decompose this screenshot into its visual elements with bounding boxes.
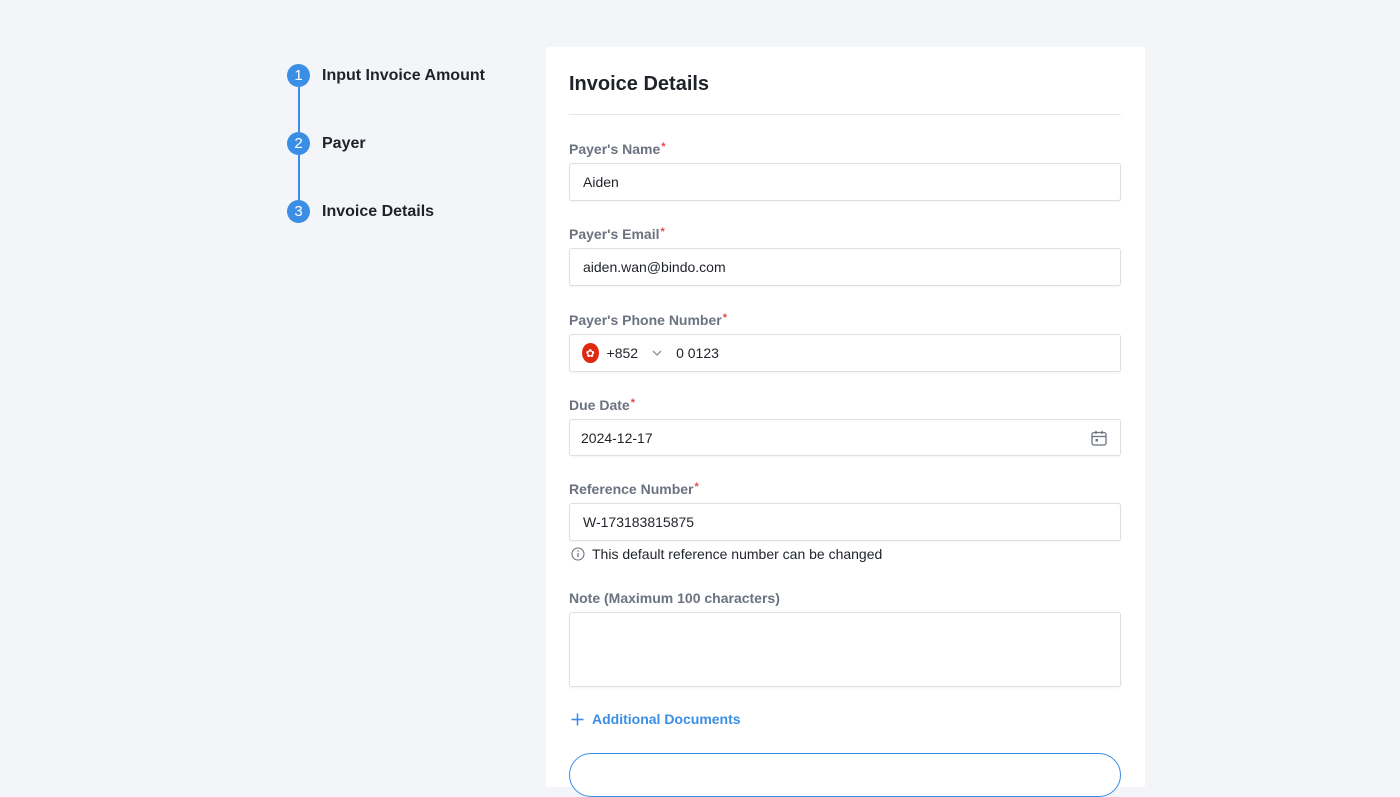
payer-email-field[interactable] <box>569 248 1121 286</box>
additional-documents-label: Additional Documents <box>592 711 741 727</box>
reference-number-input[interactable] <box>583 514 1120 530</box>
additional-documents-button[interactable]: Additional Documents <box>570 711 741 727</box>
payer-name-label-text: Payer's Name <box>569 141 661 157</box>
step-payer[interactable]: 2 Payer <box>287 132 366 155</box>
step-input-invoice-amount[interactable]: 1 Input Invoice Amount <box>287 64 485 87</box>
due-date-label-text: Due Date <box>569 397 630 413</box>
payer-name-field[interactable] <box>569 163 1121 201</box>
due-date-field[interactable] <box>569 419 1121 456</box>
step-label: Input Invoice Amount <box>322 66 485 84</box>
due-date-label: Due Date* <box>569 397 635 413</box>
payer-phone-label: Payer's Phone Number* <box>569 312 727 328</box>
step-invoice-details[interactable]: 3 Invoice Details <box>287 200 434 223</box>
payer-phone-field[interactable]: ✿ +852 <box>569 334 1121 372</box>
calendar-icon[interactable] <box>1090 429 1108 447</box>
step-connector <box>298 155 300 200</box>
step-number: 1 <box>287 64 310 87</box>
title-divider <box>569 114 1121 115</box>
step-label: Payer <box>322 134 366 152</box>
reference-number-field[interactable] <box>569 503 1121 541</box>
hong-kong-flag-icon: ✿ <box>582 343 599 363</box>
plus-icon <box>571 713 584 725</box>
reference-number-hint: This default reference number can be cha… <box>571 546 882 562</box>
payer-phone-label-text: Payer's Phone Number <box>569 312 722 328</box>
note-textarea[interactable] <box>569 612 1121 687</box>
required-mark: * <box>722 312 727 324</box>
reference-number-label-text: Reference Number <box>569 481 694 497</box>
step-number: 3 <box>287 200 310 223</box>
note-label: Note (Maximum 100 characters) <box>569 590 780 606</box>
reference-number-label: Reference Number* <box>569 481 699 497</box>
due-date-input[interactable] <box>581 429 1120 446</box>
bottom-action-button[interactable] <box>569 753 1121 797</box>
required-mark: * <box>630 397 635 409</box>
payer-email-input[interactable] <box>583 259 1120 275</box>
payer-phone-input[interactable] <box>676 345 1120 361</box>
chevron-down-icon[interactable] <box>652 347 662 359</box>
required-mark: * <box>694 481 699 493</box>
payer-email-label-text: Payer's Email <box>569 226 660 242</box>
payer-name-input[interactable] <box>583 174 1120 190</box>
info-icon <box>571 547 585 561</box>
step-label: Invoice Details <box>322 202 435 220</box>
payer-email-label: Payer's Email* <box>569 226 665 242</box>
step-number: 2 <box>287 132 310 155</box>
payer-name-label: Payer's Name* <box>569 141 666 157</box>
required-mark: * <box>661 141 666 153</box>
page-title: Invoice Details <box>569 73 710 95</box>
required-mark: * <box>660 226 665 238</box>
hint-text: This default reference number can be cha… <box>592 546 883 562</box>
invoice-details-card: Invoice Details Payer's Name* Payer's Em… <box>546 47 1145 797</box>
step-connector <box>298 87 300 132</box>
country-code-select[interactable]: +852 <box>607 345 639 361</box>
